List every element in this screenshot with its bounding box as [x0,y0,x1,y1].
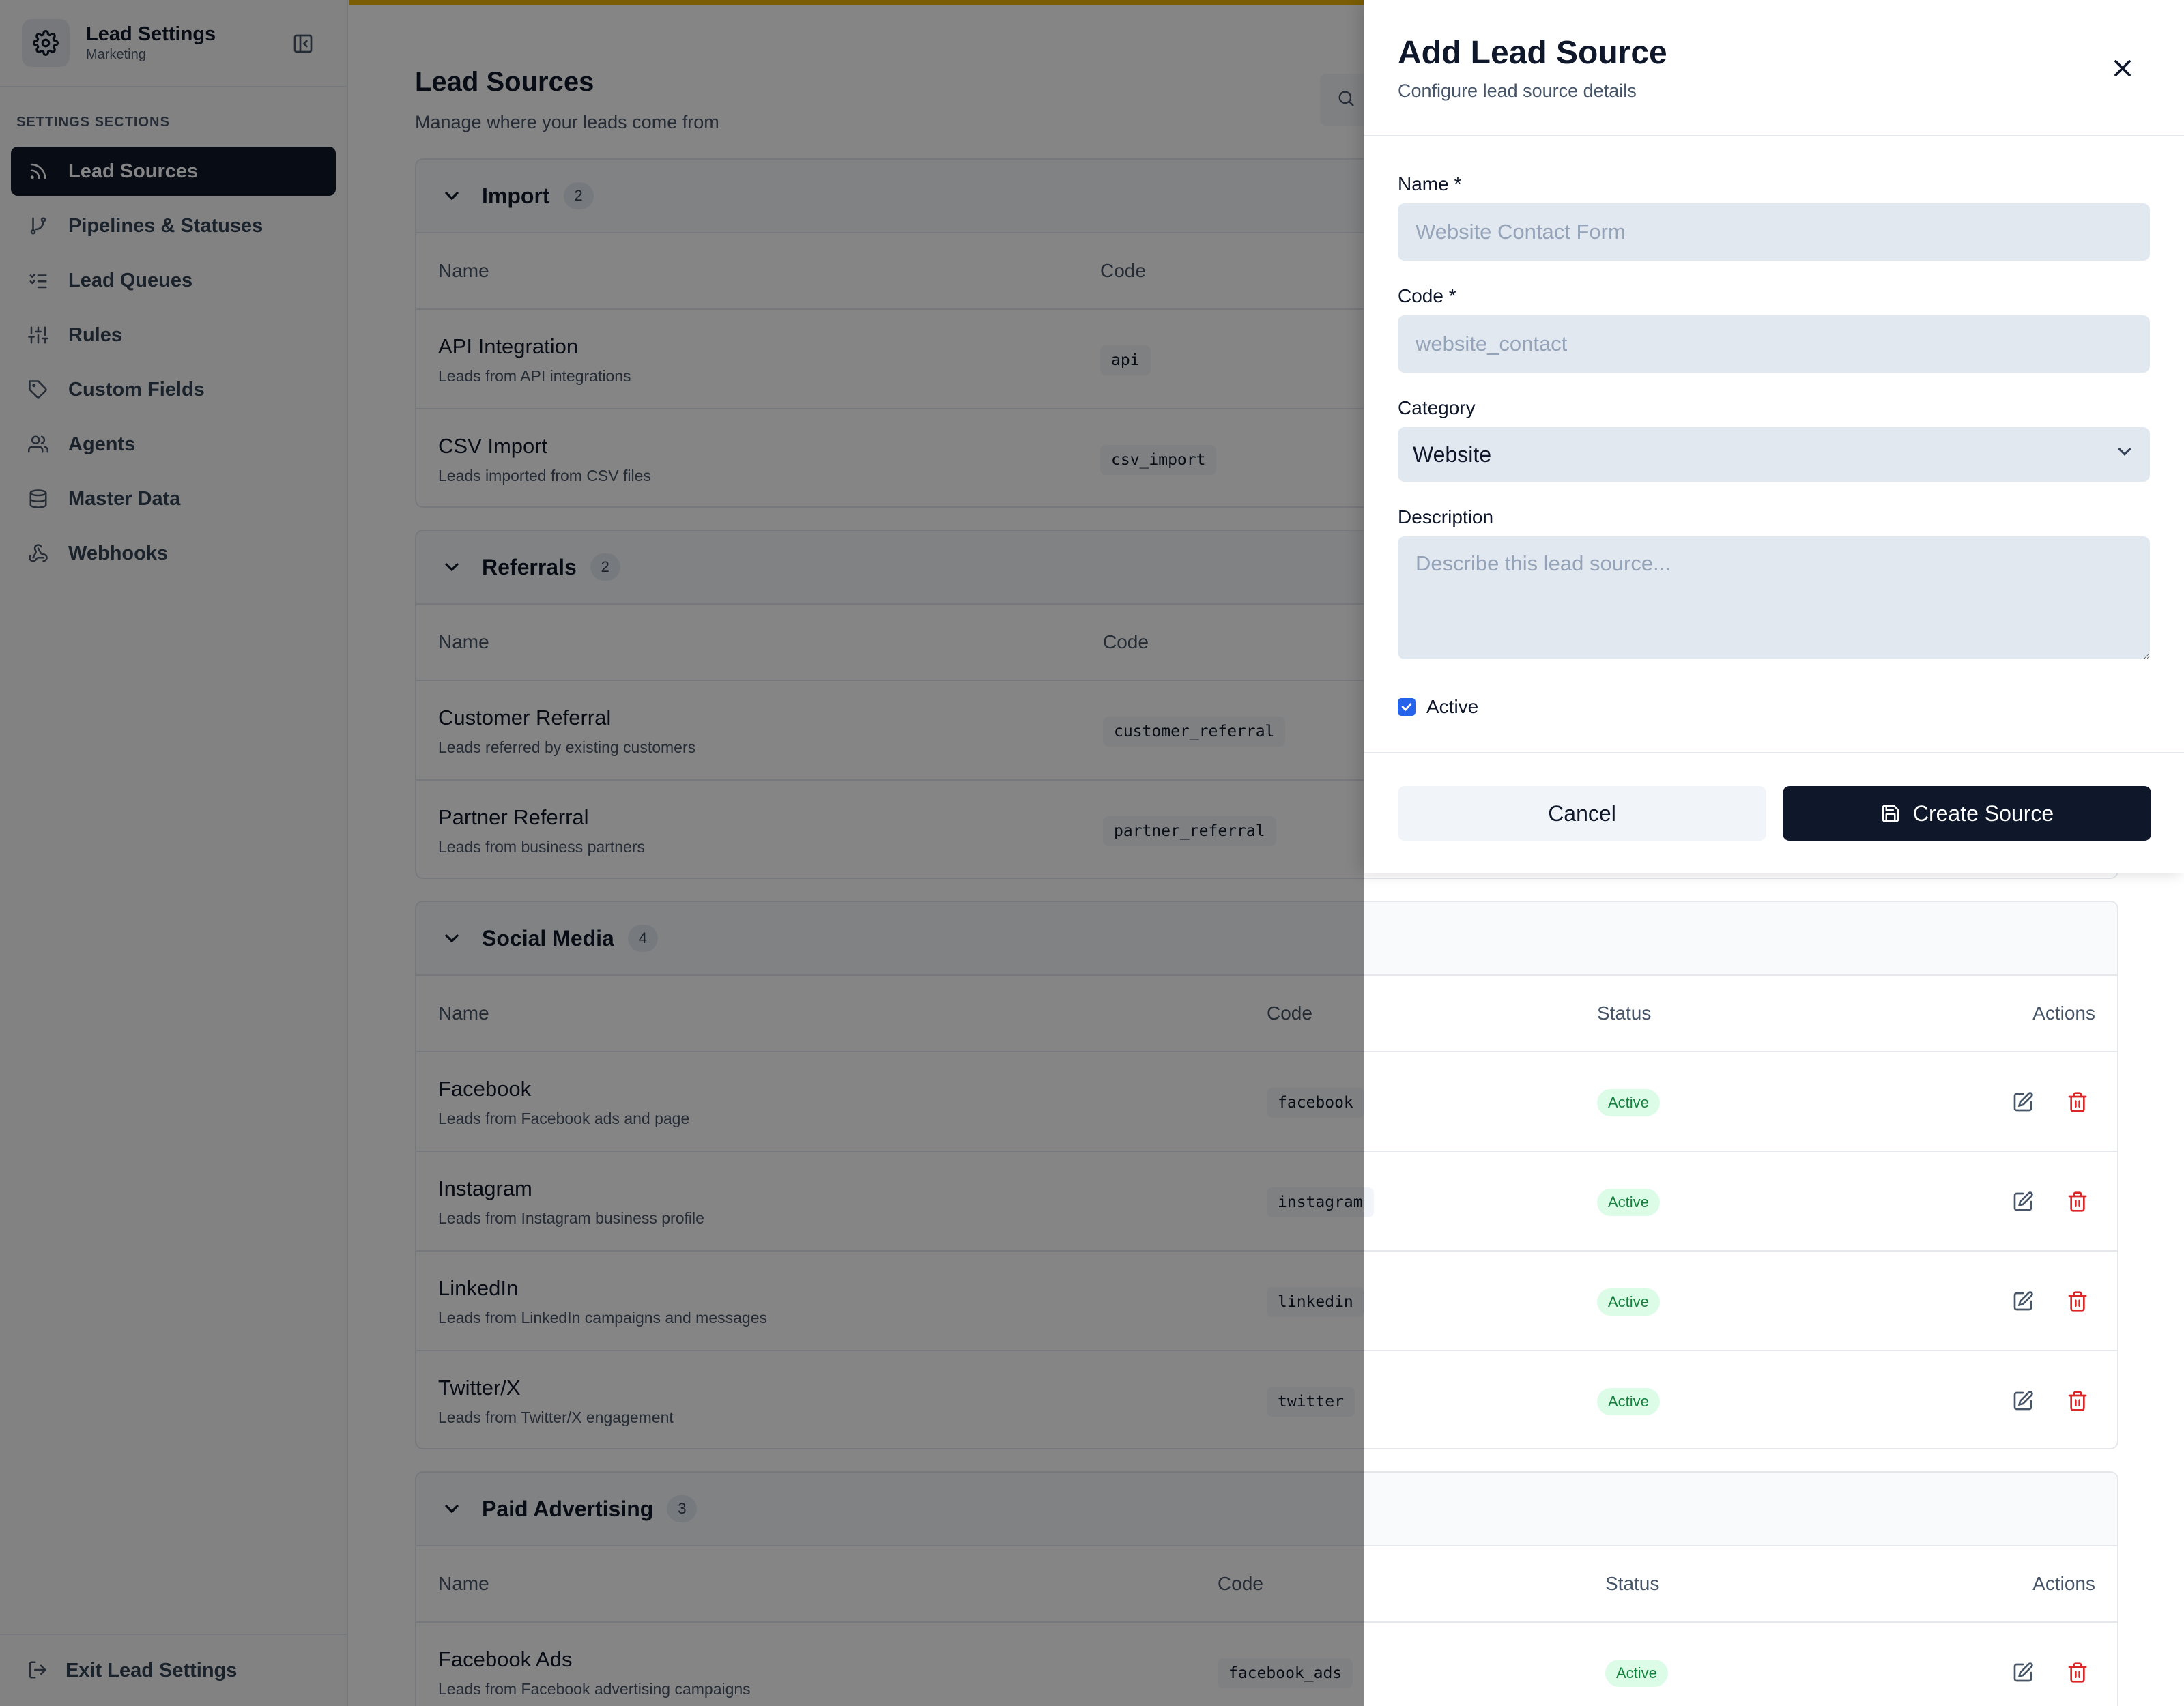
status-badge: Active [1597,1388,1660,1415]
edit-icon[interactable] [2012,1290,2035,1314]
edit-icon[interactable] [2012,1662,2035,1685]
edit-icon[interactable] [2012,1191,2035,1214]
create-source-button[interactable]: Create Source [1783,786,2151,841]
close-icon[interactable] [2109,55,2136,82]
trash-icon[interactable] [2067,1191,2090,1214]
trash-icon[interactable] [2067,1091,2090,1114]
code-label: Code * [1398,285,1456,306]
edit-icon[interactable] [2012,1091,2035,1114]
status-badge: Active [1605,1660,1668,1687]
name-label: Name * [1398,173,1462,194]
active-checkbox-row[interactable]: Active [1398,696,1478,718]
edit-icon[interactable] [2012,1390,2035,1413]
drawer-title: Add Lead Source [1398,35,1667,71]
active-label: Active [1426,696,1479,717]
trash-icon[interactable] [2067,1290,2090,1314]
column-actions: Actions [2032,1573,2095,1594]
drawer-header-divider [1364,135,2184,136]
category-label: Category [1398,397,1476,418]
column-status: Status [1597,1002,1652,1024]
drawer-subtitle: Configure lead source details [1398,81,1637,101]
cancel-button[interactable]: Cancel [1398,786,1766,841]
modal-overlay[interactable] [0,0,1364,1706]
create-source-label: Create Source [1912,800,2054,826]
trash-icon[interactable] [2067,1390,2090,1413]
category-select[interactable]: Website [1398,427,2150,482]
save-icon [1880,803,1901,824]
name-input[interactable] [1398,203,2150,261]
add-lead-source-drawer: Add Lead Source Configure lead source de… [1364,0,2184,873]
category-value: Website [1413,442,1492,467]
status-badge: Active [1597,1189,1660,1216]
chevron-down-icon [2114,442,2135,467]
code-input[interactable] [1398,315,2150,373]
description-label: Description [1398,506,1494,527]
column-actions: Actions [2032,1002,2095,1024]
status-badge: Active [1597,1089,1660,1116]
trash-icon[interactable] [2067,1662,2090,1685]
status-badge: Active [1597,1288,1660,1316]
drawer-footer-divider [1364,752,2184,753]
column-status: Status [1605,1573,1660,1594]
active-checkbox[interactable] [1398,698,1416,716]
description-textarea[interactable] [1398,536,2150,659]
